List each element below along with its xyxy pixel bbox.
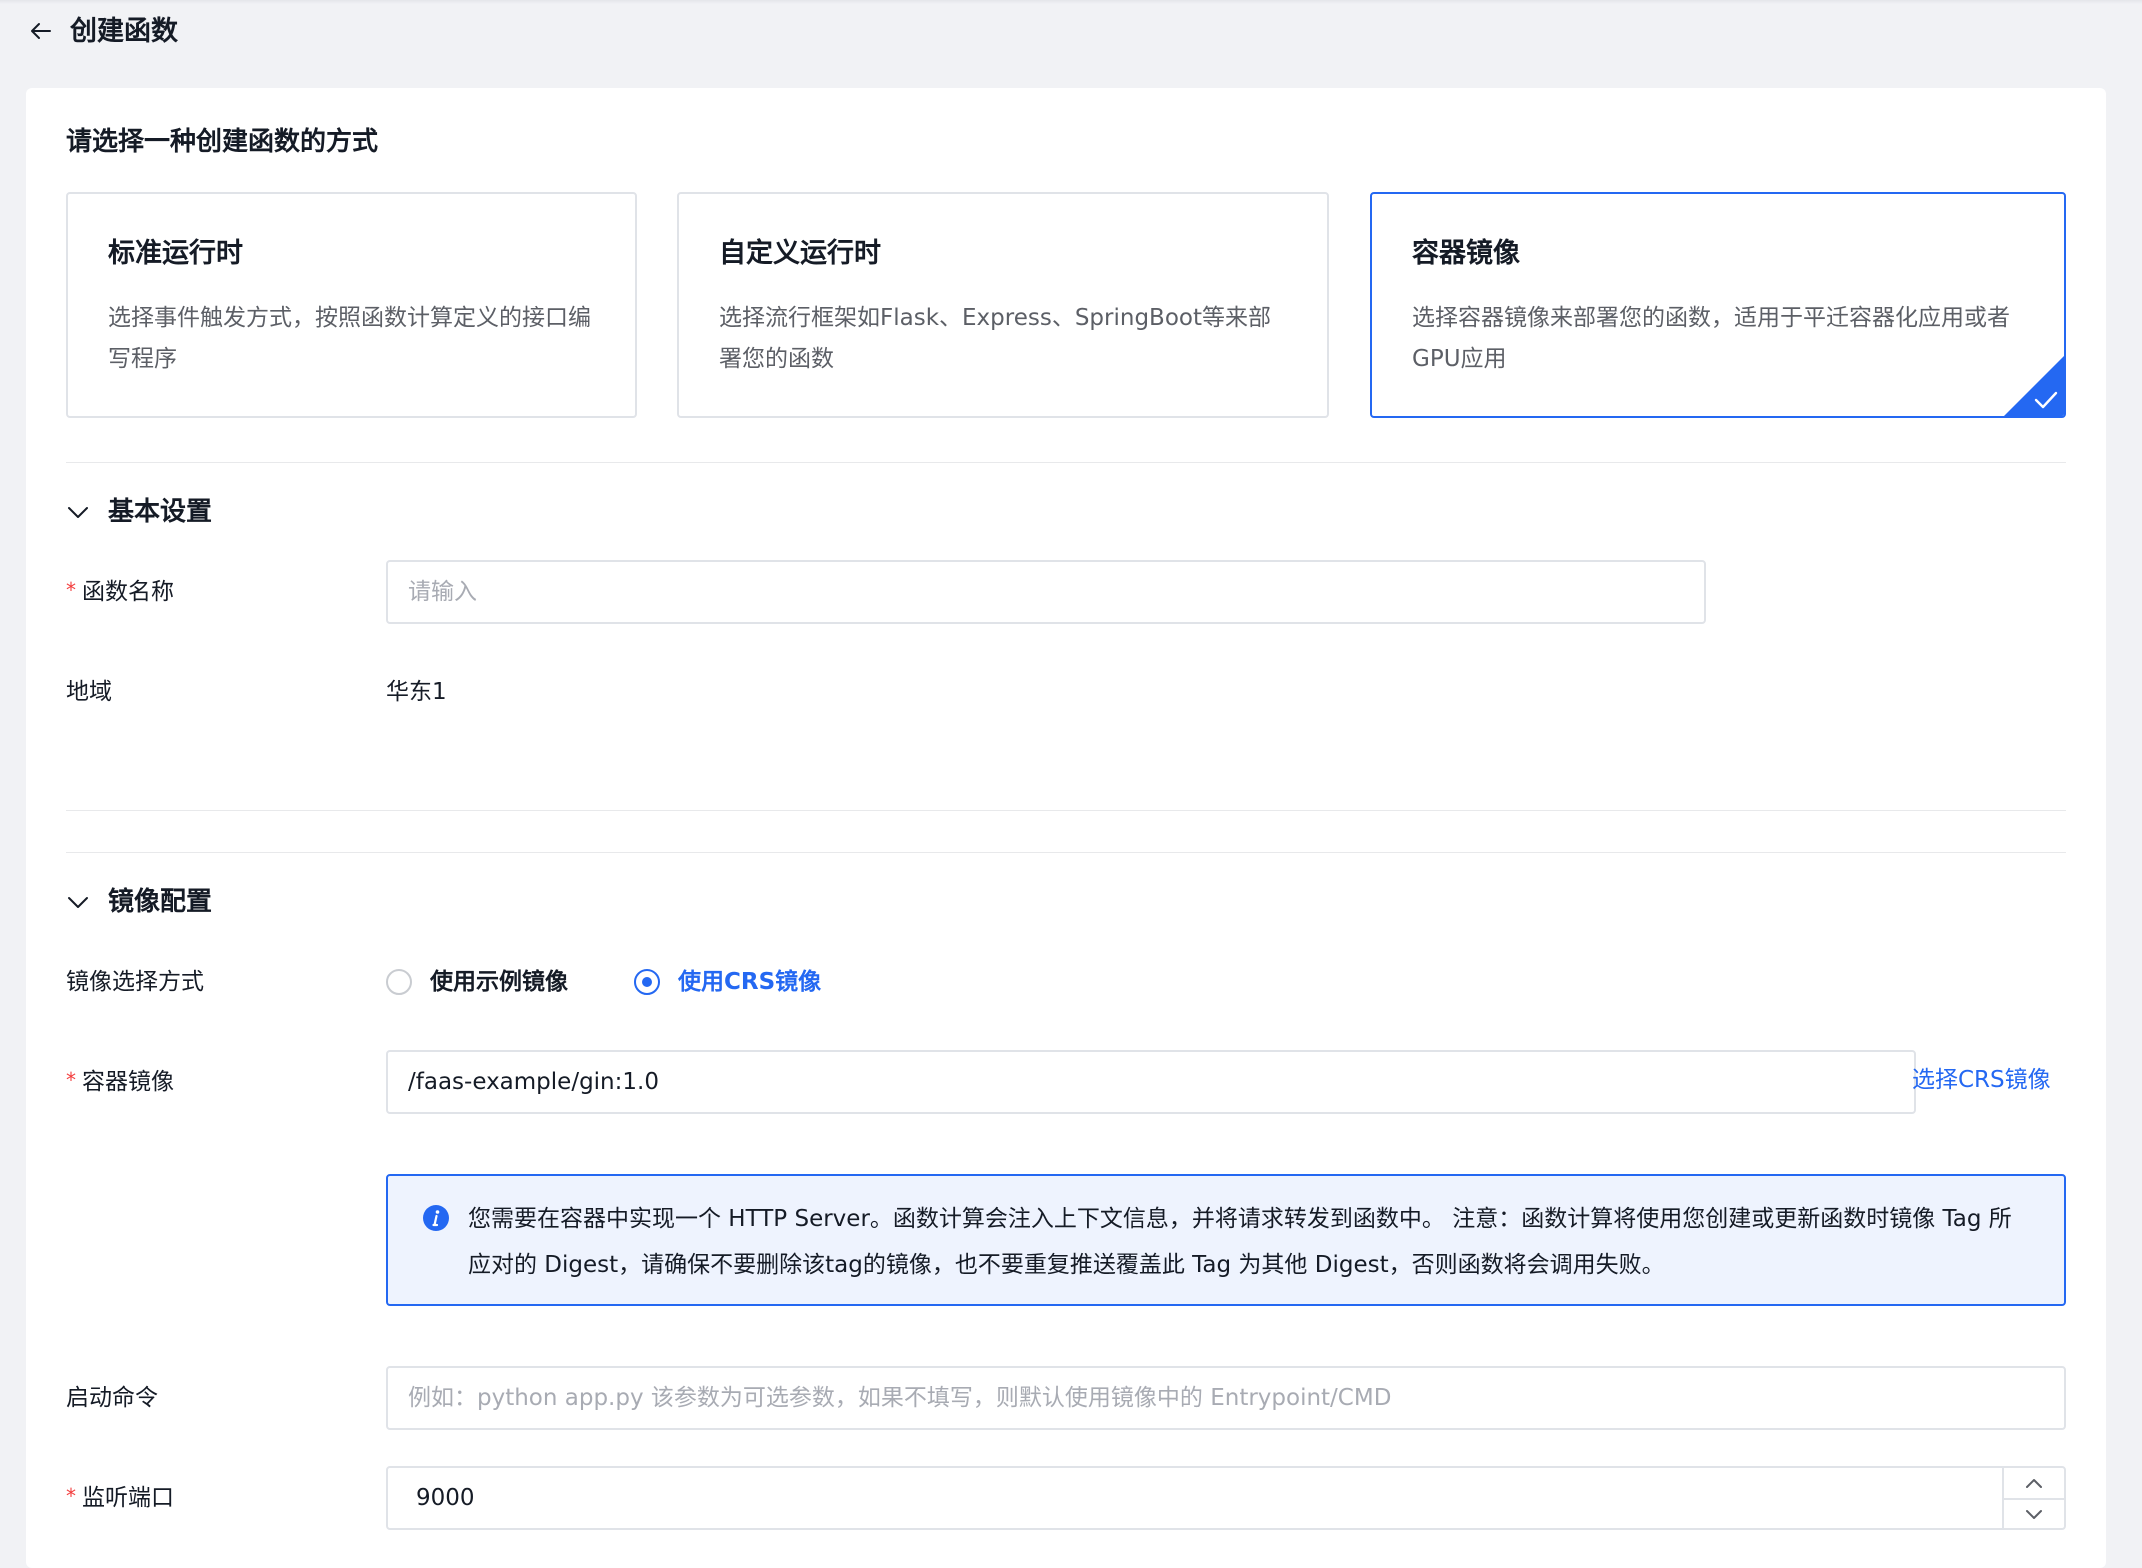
region-label: 地域 bbox=[66, 679, 112, 705]
back-button[interactable] bbox=[26, 16, 56, 46]
option-desc: 选择流行框架如Flask、Express、SpringBoot等来部署您的函数 bbox=[719, 305, 1271, 372]
option-standard-runtime[interactable]: 标准运行时 选择事件触发方式，按照函数计算定义的接口编写程序 bbox=[66, 192, 637, 418]
label-text: 容器镜像 bbox=[82, 1069, 174, 1095]
start-command-label: 启动命令 bbox=[66, 1385, 158, 1411]
listen-port-label: * 监听端口 bbox=[66, 1482, 174, 1514]
divider bbox=[66, 852, 2066, 853]
option-title: 标准运行时 bbox=[108, 238, 243, 269]
function-name-label: * 函数名称 bbox=[66, 576, 174, 608]
region-value: 华东1 bbox=[386, 679, 447, 705]
image-mode-label: 镜像选择方式 bbox=[66, 969, 204, 995]
container-image-label: * 容器镜像 bbox=[66, 1066, 174, 1098]
increment-button[interactable] bbox=[2004, 1468, 2064, 1498]
section-image-config[interactable]: 镜像配置 bbox=[66, 884, 212, 920]
label-text: 监听端口 bbox=[82, 1485, 174, 1511]
page-header: 创建函数 bbox=[0, 0, 2142, 70]
notice-alert: 您需要在容器中实现一个 HTTP Server。函数计算会注入上下文信息，并将请… bbox=[386, 1174, 2066, 1306]
section-label: 镜像配置 bbox=[108, 887, 213, 917]
decrement-button[interactable] bbox=[2004, 1498, 2064, 1530]
radio-label: 使用示例镜像 bbox=[430, 969, 568, 995]
required-mark: * bbox=[66, 1484, 76, 1508]
required-mark: * bbox=[66, 578, 76, 602]
function-name-input[interactable] bbox=[386, 560, 1706, 624]
chevron-down-icon bbox=[68, 897, 88, 908]
radio-label: 使用CRS镜像 bbox=[678, 969, 822, 995]
section-label: 基本设置 bbox=[108, 497, 213, 527]
select-crs-image-link[interactable]: 选择CRS镜像 bbox=[1912, 1064, 2051, 1096]
info-icon bbox=[423, 1205, 449, 1231]
radio-dot bbox=[386, 969, 412, 995]
option-desc: 选择事件触发方式，按照函数计算定义的接口编写程序 bbox=[108, 305, 591, 372]
divider bbox=[66, 810, 2066, 811]
arrow-left-icon bbox=[31, 23, 51, 39]
notice-text: 您需要在容器中实现一个 HTTP Server。函数计算会注入上下文信息，并将请… bbox=[468, 1206, 2012, 1278]
option-custom-runtime[interactable]: 自定义运行时 选择流行框架如Flask、Express、SpringBoot等来… bbox=[677, 192, 1329, 418]
page-title: 创建函数 bbox=[70, 16, 178, 47]
container-image-input[interactable] bbox=[386, 1050, 1916, 1114]
option-title: 自定义运行时 bbox=[719, 238, 881, 269]
chevron-up-icon bbox=[2026, 1479, 2042, 1488]
chevron-down-icon bbox=[68, 507, 88, 518]
section-basic-settings[interactable]: 基本设置 bbox=[66, 494, 212, 530]
main-card: 请选择一种创建函数的方式 标准运行时 选择事件触发方式，按照函数计算定义的接口编… bbox=[26, 88, 2106, 1568]
label-text: 函数名称 bbox=[82, 579, 174, 605]
option-desc: 选择容器镜像来部署您的函数，适用于平迁容器化应用或者GPU应用 bbox=[1412, 305, 2010, 372]
divider bbox=[66, 462, 2066, 463]
chevron-down-icon bbox=[2026, 1510, 2042, 1519]
radio-dot bbox=[634, 969, 660, 995]
radio-crs-image[interactable]: 使用CRS镜像 bbox=[634, 966, 821, 998]
radio-example-image[interactable]: 使用示例镜像 bbox=[386, 966, 568, 998]
required-mark: * bbox=[66, 1068, 76, 1092]
option-container-image[interactable]: 容器镜像 选择容器镜像来部署您的函数，适用于平迁容器化应用或者GPU应用 bbox=[1370, 192, 2066, 418]
creation-method-title: 请选择一种创建函数的方式 bbox=[66, 127, 379, 157]
option-title: 容器镜像 bbox=[1412, 238, 1520, 269]
listen-port-field bbox=[386, 1466, 2066, 1530]
port-stepper bbox=[2002, 1468, 2064, 1528]
start-command-input[interactable] bbox=[386, 1366, 2066, 1430]
check-icon bbox=[2034, 391, 2058, 409]
listen-port-input[interactable] bbox=[388, 1468, 2024, 1528]
